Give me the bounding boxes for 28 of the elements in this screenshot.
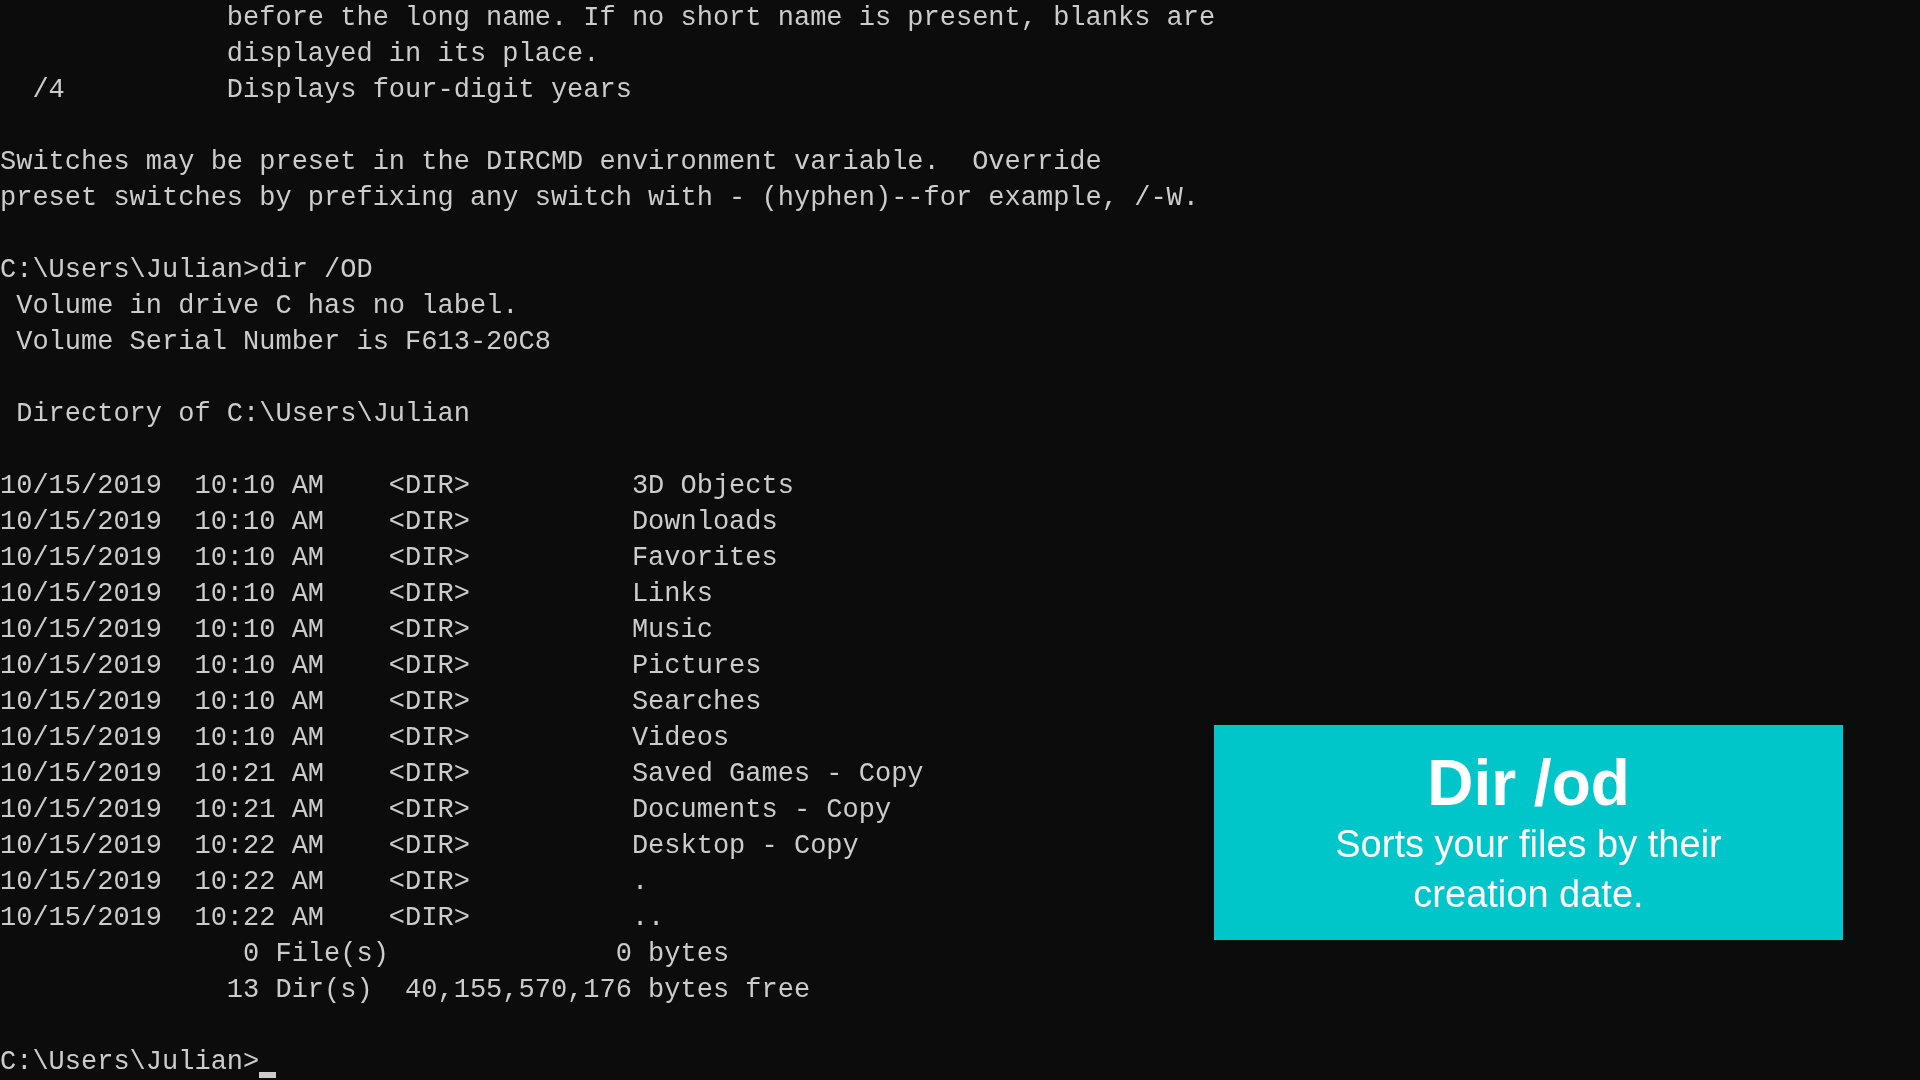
terminal-line: 10/15/2019 10:10 AM <DIR> Music <box>0 615 713 645</box>
terminal-line: 10/15/2019 10:10 AM <DIR> Links <box>0 579 713 609</box>
terminal-line: Switches may be preset in the DIRCMD environment variable. Override <box>0 147 1102 177</box>
terminal-line: 10/15/2019 10:10 AM <DIR> 3D Objects <box>0 471 794 501</box>
terminal-line: 10/15/2019 10:10 AM <DIR> Videos <box>0 723 730 753</box>
caption-text: Sorts your files by their creation date. <box>1334 821 1723 917</box>
terminal-line: 10/15/2019 10:22 AM <DIR> . <box>0 867 649 897</box>
terminal-line: 10/15/2019 10:22 AM <DIR> .. <box>0 903 665 933</box>
terminal-line: 10/15/2019 10:21 AM <DIR> Documents - Copy <box>0 795 892 825</box>
terminal-line: before the long name. If no short name is present, blanks are <box>225 3 1216 33</box>
terminal-line: 10/15/2019 10:10 AM <DIR> Favorites <box>0 543 778 573</box>
terminal-line: 0 File(s) 0 bytes <box>242 939 730 969</box>
terminal-line: 13 Dir(s) 40,155,570,176 bytes free <box>225 975 811 1005</box>
terminal-line: displayed in its place. <box>225 39 600 69</box>
terminal-line: /4 Displays four-digit years <box>31 75 632 105</box>
terminal-line: 10/15/2019 10:10 AM <DIR> Downloads <box>0 507 778 537</box>
caption-title: Dir /od <box>1427 746 1630 819</box>
terminal-line: 10/15/2019 10:22 AM <DIR> Desktop - Copy <box>0 831 859 861</box>
command-prompt: C:\Users\Julian> <box>0 1046 260 1079</box>
text-cursor <box>259 1072 277 1078</box>
terminal-line: C:\Users\Julian>dir /OD <box>0 255 373 285</box>
terminal-line: 10/15/2019 10:21 AM <DIR> Saved Games - Copy <box>0 759 924 789</box>
terminal-line: 10/15/2019 10:10 AM <DIR> Pictures <box>0 651 762 681</box>
terminal-line: Volume Serial Number is F613-20C8 <box>15 327 551 357</box>
terminal-line: 10/15/2019 10:10 AM <DIR> Searches <box>0 687 762 717</box>
terminal-line: preset switches by prefixing any switch with - (hyphen)--for example, /-W. <box>0 183 1199 213</box>
terminal-line: Volume in drive C has no label. <box>15 291 519 321</box>
terminal-line: Directory of C:\Users\Julian <box>15 399 470 429</box>
